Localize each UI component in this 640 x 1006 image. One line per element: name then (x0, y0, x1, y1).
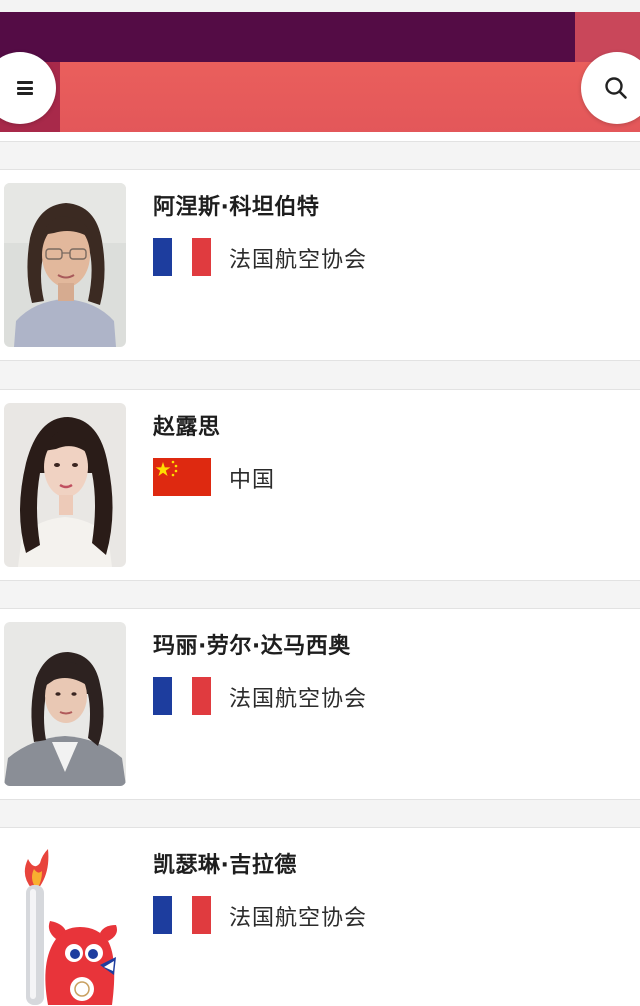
list-separator (0, 141, 640, 170)
header-coral-band (60, 62, 640, 132)
person-organization: 法国航空协会 (229, 248, 368, 273)
search-icon (605, 77, 627, 99)
france-flag-icon (153, 238, 211, 276)
person-name: 赵露思 (153, 415, 221, 440)
header-dark-band (0, 12, 575, 62)
china-flag-icon (153, 458, 211, 496)
person-photo (4, 622, 126, 786)
mascot-image (4, 841, 126, 1005)
list-separator (0, 799, 640, 828)
person-name: 玛丽·劳尔·达马西奥 (153, 634, 351, 659)
list-separator (0, 360, 640, 390)
france-flag-icon (153, 677, 211, 715)
hamburger-menu-icon (17, 81, 33, 95)
list-separator (0, 580, 640, 609)
site-header (0, 12, 640, 132)
person-organization: 法国航空协会 (229, 687, 368, 712)
person-photo (4, 183, 126, 347)
list-item[interactable]: 玛丽·劳尔·达马西奥 法国航空协会 (0, 609, 640, 799)
list-item[interactable]: 凯瑟琳·吉拉德 法国航空协会 (0, 828, 640, 1006)
list-item[interactable]: 赵露思 中国 (0, 390, 640, 580)
person-organization: 中国 (229, 468, 276, 493)
person-name: 阿涅斯·科坦伯特 (153, 195, 320, 220)
person-photo (4, 403, 126, 567)
person-organization: 法国航空协会 (229, 906, 368, 931)
status-strip (0, 0, 640, 12)
person-name: 凯瑟琳·吉拉德 (153, 853, 297, 878)
list-item[interactable]: 阿涅斯·科坦伯特 法国航空协会 (0, 170, 640, 360)
france-flag-icon (153, 896, 211, 934)
